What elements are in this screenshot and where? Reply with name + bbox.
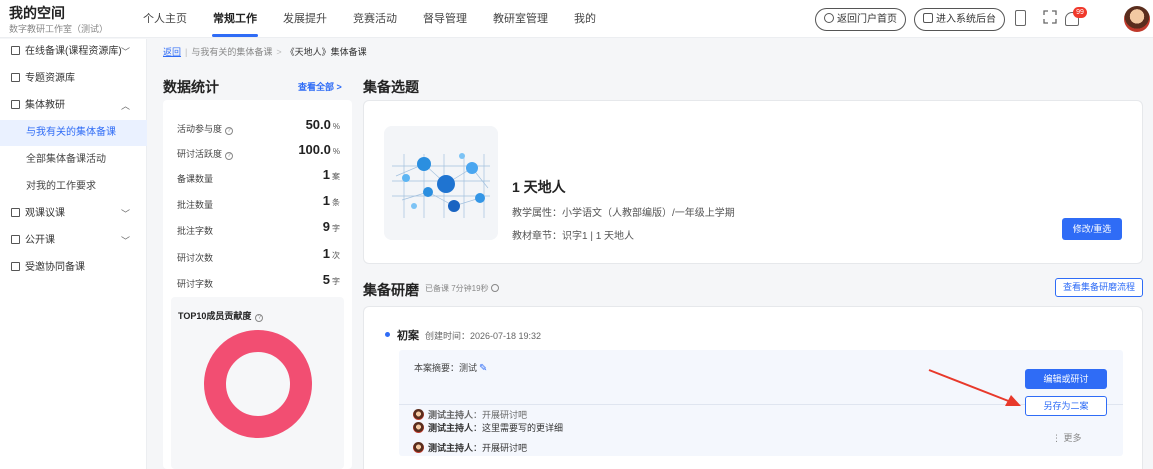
fullscreen-icon[interactable] <box>1043 10 1057 24</box>
sidebar-item-online-lesson[interactable]: 在线备课(课程资源库) ﹀ <box>0 39 147 65</box>
nav-item-development[interactable]: 发展提升 <box>270 0 340 38</box>
donut-slice <box>204 330 312 438</box>
compass-icon <box>824 13 834 23</box>
research-title: 集备研磨 <box>363 282 419 298</box>
stat-row-annotation-count: 批注数量 1条 <box>177 193 340 210</box>
stat-row-participation: 活动参与度? 50.0% <box>177 117 340 135</box>
system-backend-button[interactable]: 进入系统后台 <box>914 8 1005 31</box>
stat-row-research-count: 研讨次数 1次 <box>177 246 340 263</box>
brand-title[interactable]: 我的空间 <box>9 3 65 23</box>
notification-badge: 99 <box>1073 7 1087 18</box>
draft-created-time: 创建时间：2026-07-18 19:32 <box>425 331 542 341</box>
nav-item-research-office[interactable]: 教研室管理 <box>480 0 561 38</box>
lesson-title: 1 天地人 <box>512 179 566 195</box>
modify-reselect-button[interactable]: 修改/重选 <box>1062 218 1122 240</box>
annotation-arrow <box>928 369 1021 406</box>
observation-icon <box>11 208 20 217</box>
chevron-down-icon: ﹀ <box>120 209 130 219</box>
view-research-flow-button[interactable]: 查看集备研磨流程 <box>1055 278 1143 297</box>
breadcrumb-current: 《天地人》集体备课 <box>285 47 367 57</box>
timeline-dot <box>385 332 390 337</box>
help-icon[interactable]: ? <box>225 127 234 135</box>
brand-subtitle: 数字教研工作室（测试） <box>9 24 109 34</box>
team-icon <box>11 262 20 271</box>
research-card: 初案 创建时间：2026-07-18 19:32 本案摘要：测试 ✎ 测试主持人：… <box>363 306 1143 469</box>
sidebar-item-class-observation[interactable]: 观课议课 ﹀ <box>0 201 147 227</box>
sidebar-item-topic-library[interactable]: 专题资源库 <box>0 66 147 92</box>
lesson-attribute: 教学属性：小学语文（人教部编版）/一年级上学期 <box>512 208 735 219</box>
avatar <box>413 409 424 420</box>
top10-contribution-panel: TOP10成员贡献度? <box>171 297 344 469</box>
comment-item: 测试主持人：开展研讨吧 <box>413 408 527 421</box>
sidebar-item-invited-co-prep[interactable]: 受邀协同备课 <box>0 255 147 281</box>
topic-selection-card: 1 天地人 教学属性：小学语文（人教部编版）/一年级上学期 教材章节：识字1 |… <box>363 100 1143 264</box>
nav-item-competition[interactable]: 竞赛活动 <box>340 0 410 38</box>
nav-item-routine-work[interactable]: 常规工作 <box>200 0 270 38</box>
help-icon[interactable]: ? <box>225 152 234 160</box>
avatar <box>413 442 424 453</box>
save-as-second-draft-button[interactable]: 另存为二案 <box>1025 396 1107 416</box>
breadcrumb: 返回 | 与我有关的集体备课 > 《天地人》集体备课 <box>163 47 367 57</box>
lesson-thumbnail <box>384 126 498 240</box>
sidebar-item-open-class[interactable]: 公开课 ﹀ <box>0 228 147 254</box>
contribution-donut-chart <box>204 330 312 438</box>
document-icon <box>11 46 20 55</box>
mobile-icon[interactable] <box>1015 10 1026 26</box>
comment-item: 测试主持人：开展研讨吧 <box>413 441 527 454</box>
top10-title: TOP10成员贡献度 <box>178 311 252 321</box>
screen-icon <box>11 235 20 244</box>
stat-row-activity: 研讨活跃度? 100.0% <box>177 142 340 160</box>
edit-or-discuss-button[interactable]: 编辑或研讨 <box>1025 369 1107 389</box>
selection-title: 集备选题 <box>363 79 419 95</box>
clock-icon <box>490 284 499 292</box>
view-all-link[interactable]: 查看全部 > <box>298 80 342 93</box>
more-menu[interactable]: ⋮ 更多 <box>1052 431 1082 444</box>
sidebar-item-collective-research[interactable]: 集体教研 ︿ <box>0 93 147 119</box>
research-duration: 已备课 7分钟19秒 <box>425 283 499 294</box>
sidebar-item-work-requirements[interactable]: 对我的工作要求 <box>0 174 147 200</box>
top-bar: 我的空间 数字教研工作室（测试） 个人主页 常规工作 发展提升 竞赛活动 督导管… <box>0 0 1153 38</box>
stat-row-lesson-count: 备课数量 1案 <box>177 167 340 184</box>
stat-row-annotation-words: 批注字数 9字 <box>177 219 340 236</box>
help-icon[interactable]: ? <box>255 314 264 322</box>
nav-item-home[interactable]: 个人主页 <box>130 0 200 38</box>
chevron-down-icon: ﹀ <box>120 236 130 246</box>
avatar <box>413 422 424 433</box>
molecule-image <box>384 126 498 240</box>
sidebar-item-all-collective-activities[interactable]: 全部集体备课活动 <box>0 147 147 173</box>
lesson-chapter: 教材章节：识字1 | 1 天地人 <box>512 231 635 242</box>
nav-item-mine[interactable]: 我的 <box>561 0 609 38</box>
backend-icon <box>923 13 933 23</box>
list-icon <box>11 100 20 109</box>
draft-title: 初案 <box>397 330 419 342</box>
chevron-down-icon: ﹀ <box>120 47 130 57</box>
breadcrumb-back-link[interactable]: 返回 <box>163 47 181 57</box>
comment-item: 测试主持人：这里需要写的更详细 <box>413 421 563 434</box>
sidebar: 在线备课(课程资源库) ﹀ 专题资源库 集体教研 ︿ 与我有关的集体备课 全部集体备… <box>0 39 147 469</box>
user-avatar[interactable] <box>1124 6 1150 32</box>
main-nav: 个人主页 常规工作 发展提升 竞赛活动 督导管理 教研室管理 我的 <box>130 0 609 38</box>
stats-title: 数据统计 <box>163 79 219 95</box>
library-icon <box>11 73 20 82</box>
chevron-up-icon: ︿ <box>120 101 130 111</box>
portal-home-button[interactable]: 返回门户首页 <box>815 8 906 31</box>
edit-icon[interactable]: ✎ <box>479 363 487 374</box>
breadcrumb-parent[interactable]: 与我有关的集体备课 <box>191 47 272 57</box>
sidebar-item-my-collective-lessons[interactable]: 与我有关的集体备课 <box>0 120 147 146</box>
nav-item-supervision[interactable]: 督导管理 <box>410 0 480 38</box>
draft-summary: 本案摘要：测试 ✎ <box>414 363 488 374</box>
stat-row-research-words: 研讨字数 5字 <box>177 272 340 289</box>
